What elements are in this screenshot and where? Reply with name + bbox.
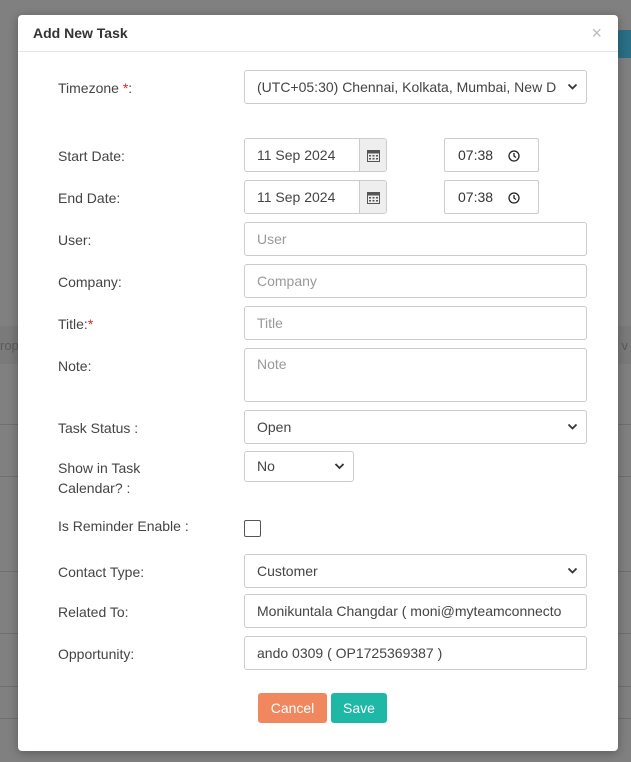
start-time-input[interactable]: 07:38 <box>444 138 539 172</box>
related-to-label: Related To: <box>58 604 129 620</box>
contact-type-value: Customer <box>257 563 318 579</box>
save-button[interactable]: Save <box>331 693 387 723</box>
cancel-button[interactable]: Cancel <box>258 693 327 723</box>
timezone-label: Timezone *: <box>58 80 133 96</box>
show-calendar-label: Show in Task Calendar? : <box>58 460 141 496</box>
task-status-value: Open <box>257 419 292 435</box>
opportunity-label: Opportunity: <box>58 646 135 662</box>
background-text-left: rop <box>0 338 19 353</box>
timezone-value: (UTC+05:30) Chennai, Kolkata, Mumbai, Ne… <box>257 79 557 95</box>
background-text-right: v <box>621 338 629 353</box>
title-label: Title:* <box>58 316 94 332</box>
timezone-select[interactable]: (UTC+05:30) Chennai, Kolkata, Mumbai, Ne… <box>244 70 587 104</box>
note-label: Note: <box>58 358 92 374</box>
reminder-label: Is Reminder Enable : <box>58 518 189 534</box>
add-task-modal: Add New Task × Timezone *: (UTC+05:30) C… <box>18 15 618 751</box>
company-label: Company: <box>58 274 122 290</box>
chevron-down-icon <box>567 71 578 103</box>
chevron-down-icon <box>567 411 578 443</box>
start-date-label: Start Date: <box>58 148 125 164</box>
contact-type-select[interactable]: Customer <box>244 554 587 588</box>
user-input[interactable]: User <box>244 222 587 256</box>
calendar-icon[interactable] <box>359 181 386 213</box>
clock-icon[interactable] <box>508 191 520 207</box>
calendar-icon[interactable] <box>359 139 386 171</box>
end-date-input[interactable]: 11 Sep 2024 <box>244 180 387 214</box>
note-textarea[interactable]: Note <box>244 348 587 402</box>
contact-type-label: Contact Type: <box>58 564 145 580</box>
show-calendar-select[interactable]: No <box>244 451 354 482</box>
modal-title: Add New Task <box>33 25 128 41</box>
reminder-checkbox[interactable] <box>244 520 261 537</box>
end-time-value: 07:38 <box>458 189 494 205</box>
start-time-value: 07:38 <box>458 147 494 163</box>
task-status-select[interactable]: Open <box>244 410 587 444</box>
start-date-value: 11 Sep 2024 <box>257 147 336 163</box>
close-icon[interactable]: × <box>591 23 602 43</box>
end-date-value: 11 Sep 2024 <box>257 189 336 205</box>
background-button <box>617 30 631 58</box>
company-input[interactable]: Company <box>244 264 587 298</box>
required-mark: * <box>87 316 94 332</box>
clock-icon[interactable] <box>508 149 520 165</box>
user-label: User: <box>58 232 92 248</box>
task-status-label: Task Status : <box>58 420 139 436</box>
start-date-input[interactable]: 11 Sep 2024 <box>244 138 387 172</box>
opportunity-input[interactable]: ando 0309 ( OP1725369387 ) <box>244 636 587 670</box>
chevron-down-icon <box>334 452 345 481</box>
modal-header: Add New Task × <box>18 15 618 52</box>
end-date-label: End Date: <box>58 190 121 206</box>
related-to-input[interactable]: Monikuntala Changdar ( moni@myteamconnec… <box>244 594 587 628</box>
show-calendar-value: No <box>257 458 275 474</box>
title-input[interactable]: Title <box>244 306 587 340</box>
chevron-down-icon <box>567 555 578 587</box>
end-time-input[interactable]: 07:38 <box>444 180 539 214</box>
